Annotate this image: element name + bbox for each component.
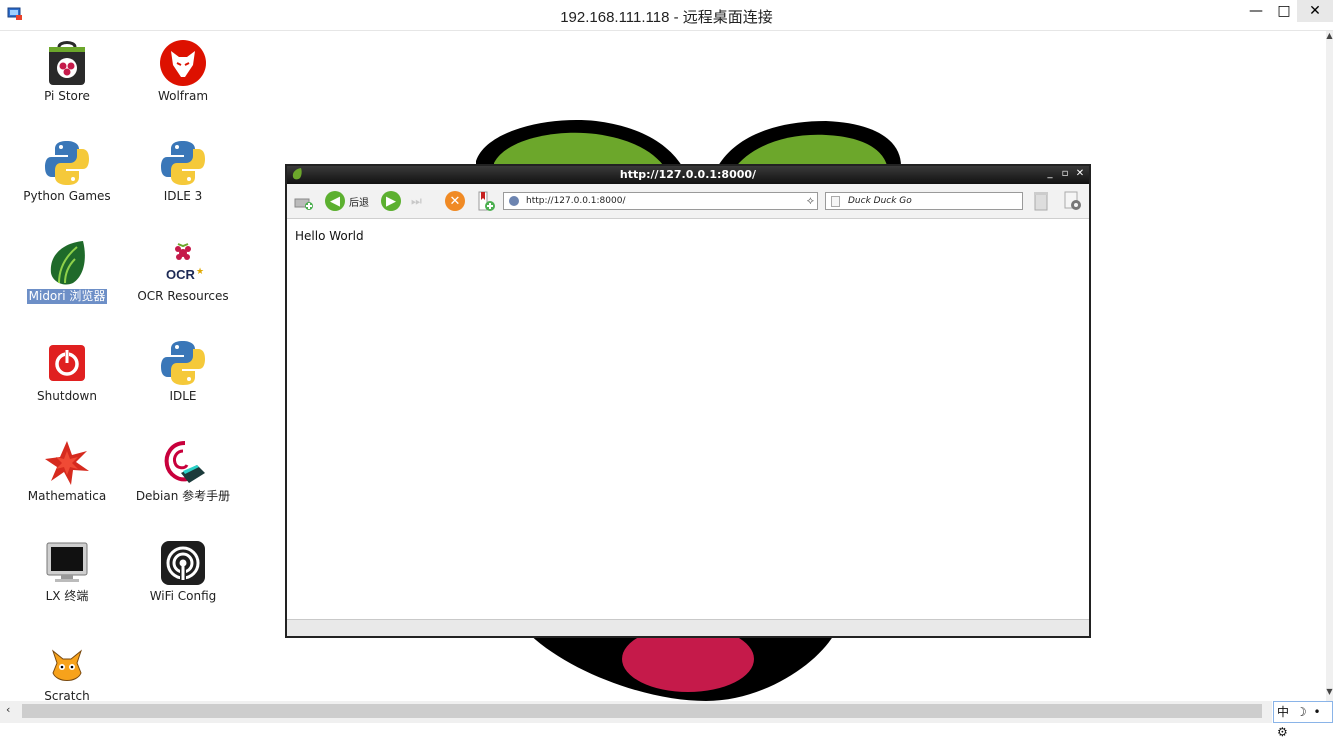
desktop-icon-label: IDLE: [169, 389, 197, 403]
desktop-icon-wolfram[interactable]: Wolfram: [128, 39, 238, 104]
scrollbar-thumb[interactable]: [22, 704, 1262, 718]
close-button[interactable]: ✕: [1297, 0, 1333, 22]
maximize-icon[interactable]: ▫: [1058, 167, 1072, 181]
search-engine-icon: [831, 196, 840, 207]
trash-icon: [1034, 192, 1048, 211]
scroll-up-icon[interactable]: ▲: [1326, 31, 1333, 45]
desktop-icon-label: OCR Resources: [137, 289, 229, 303]
midori-titlebar[interactable]: http://127.0.0.1:8000/ _ ▫ ✕: [287, 166, 1089, 184]
trash-button[interactable]: [1033, 190, 1049, 212]
terminal-icon: [43, 539, 91, 587]
desktop-icon-python-games[interactable]: Python Games: [12, 139, 122, 204]
globe-icon: [509, 196, 519, 206]
wolfram-icon: [159, 39, 207, 87]
horizontal-scrollbar[interactable]: ‹: [0, 701, 1272, 723]
desktop-icon-label: Python Games: [23, 189, 111, 203]
minimize-icon[interactable]: _: [1043, 167, 1057, 181]
gear-icon[interactable]: ⚙: [1277, 722, 1288, 742]
status-bar: [287, 619, 1089, 636]
desktop-icon-wifi-config[interactable]: WiFi Config: [128, 539, 238, 604]
debian-icon: [159, 439, 207, 487]
remote-desktop-area: Pi Store Python Games Midori 浏览器 Shutdow…: [6, 31, 1326, 701]
midori-toolbar: ◀ 后退 ▶ ⏭ ✕ http://127.0.0.1:8000/ ⟡ Duck…: [287, 184, 1089, 219]
new-tab-icon: [294, 198, 313, 210]
gear-icon: [1064, 191, 1081, 210]
dot-icon[interactable]: •: [1313, 702, 1320, 722]
python-icon: [159, 139, 207, 187]
rdp-titlebar: 192.168.111.118 - 远程桌面连接 — □ ✕: [0, 0, 1333, 31]
forward-button[interactable]: ▶: [381, 190, 401, 212]
desktop-icon-label: Shutdown: [37, 389, 97, 403]
svg-text:OCR: OCR: [166, 267, 196, 282]
address-bar[interactable]: http://127.0.0.1:8000/ ⟡: [503, 192, 818, 210]
scroll-down-icon[interactable]: ▼: [1326, 687, 1333, 701]
desktop-icon-pi-store[interactable]: Pi Store: [12, 39, 122, 104]
midori-browser-window: http://127.0.0.1:8000/ _ ▫ ✕ ◀ 后退 ▶ ⏭ ✕ …: [285, 164, 1091, 638]
maximize-button[interactable]: □: [1268, 0, 1300, 22]
scroll-left-icon[interactable]: ‹: [6, 703, 10, 716]
desktop-icon-label: WiFi Config: [149, 589, 217, 603]
desktop-icon-label: IDLE 3: [163, 189, 203, 203]
stop-icon: ✕: [445, 191, 465, 211]
page-content: Hello World: [287, 219, 1089, 620]
back-button[interactable]: ◀ 后退: [325, 190, 369, 212]
new-tab-button[interactable]: [293, 190, 315, 212]
address-bar-text: http://127.0.0.1:8000/: [526, 196, 626, 206]
midori-icon: [43, 239, 91, 287]
desktop-icon-label: Debian 参考手册: [135, 489, 231, 503]
vertical-scrollbar[interactable]: ▲ ▼: [1326, 31, 1333, 701]
wifi-icon: [159, 539, 207, 587]
desktop-icon-idle3[interactable]: IDLE 3: [128, 139, 238, 204]
python-icon: [43, 139, 91, 187]
ime-language[interactable]: 中: [1277, 702, 1289, 722]
desktop-icon-label: Midori 浏览器: [26, 289, 108, 304]
pi-store-icon: [43, 39, 91, 87]
feed-icon[interactable]: ⟡: [807, 193, 814, 209]
python-icon: [159, 339, 207, 387]
desktop-icon-scratch[interactable]: Scratch: [12, 639, 122, 701]
desktop-icon-ocr-resources[interactable]: OCR ★ OCR Resources: [128, 239, 238, 304]
rdp-window-title: 192.168.111.118 - 远程桌面连接: [560, 9, 773, 26]
desktop-icon-lx-terminal[interactable]: LX 终端: [12, 539, 122, 604]
close-icon[interactable]: ✕: [1073, 167, 1087, 181]
desktop-icon-label: Scratch: [44, 689, 90, 701]
desktop-icon-midori[interactable]: Midori 浏览器: [12, 239, 122, 304]
scratch-icon: [43, 639, 91, 687]
desktop-icon-shutdown[interactable]: Shutdown: [12, 339, 122, 404]
svg-text:★: ★: [196, 267, 204, 277]
search-input[interactable]: Duck Duck Go: [825, 192, 1023, 210]
power-icon: [43, 339, 91, 387]
fast-forward-icon: ⏭: [411, 193, 422, 208]
desktop-icon-label: LX 终端: [45, 589, 89, 603]
stop-button[interactable]: ✕: [445, 190, 465, 212]
back-label: 后退: [349, 197, 369, 209]
desktop-icon-label: Mathematica: [27, 489, 107, 503]
bookmark-icon: [478, 191, 495, 211]
desktop-icon-idle[interactable]: IDLE: [128, 339, 238, 404]
back-arrow-icon: ◀: [325, 191, 345, 211]
search-placeholder: Duck Duck Go: [848, 196, 912, 206]
desktop-icon-mathematica[interactable]: Mathematica: [12, 439, 122, 504]
page-text: Hello World: [295, 229, 364, 243]
ocr-icon: OCR ★: [159, 239, 207, 287]
desktop-icon-label: Wolfram: [157, 89, 209, 103]
bookmark-add-button[interactable]: [477, 190, 497, 212]
midori-window-title: http://127.0.0.1:8000/: [619, 168, 757, 181]
mathematica-icon: [43, 439, 91, 487]
fast-forward-button[interactable]: ⏭: [411, 190, 422, 212]
ime-indicator[interactable]: 中 ☽ • ⚙: [1273, 701, 1333, 739]
desktop-icon-label: Pi Store: [44, 89, 90, 103]
menu-button[interactable]: [1063, 190, 1083, 212]
moon-icon[interactable]: ☽: [1296, 702, 1307, 722]
forward-arrow-icon: ▶: [381, 191, 401, 211]
desktop-icon-debian-manual[interactable]: Debian 参考手册: [128, 439, 238, 504]
